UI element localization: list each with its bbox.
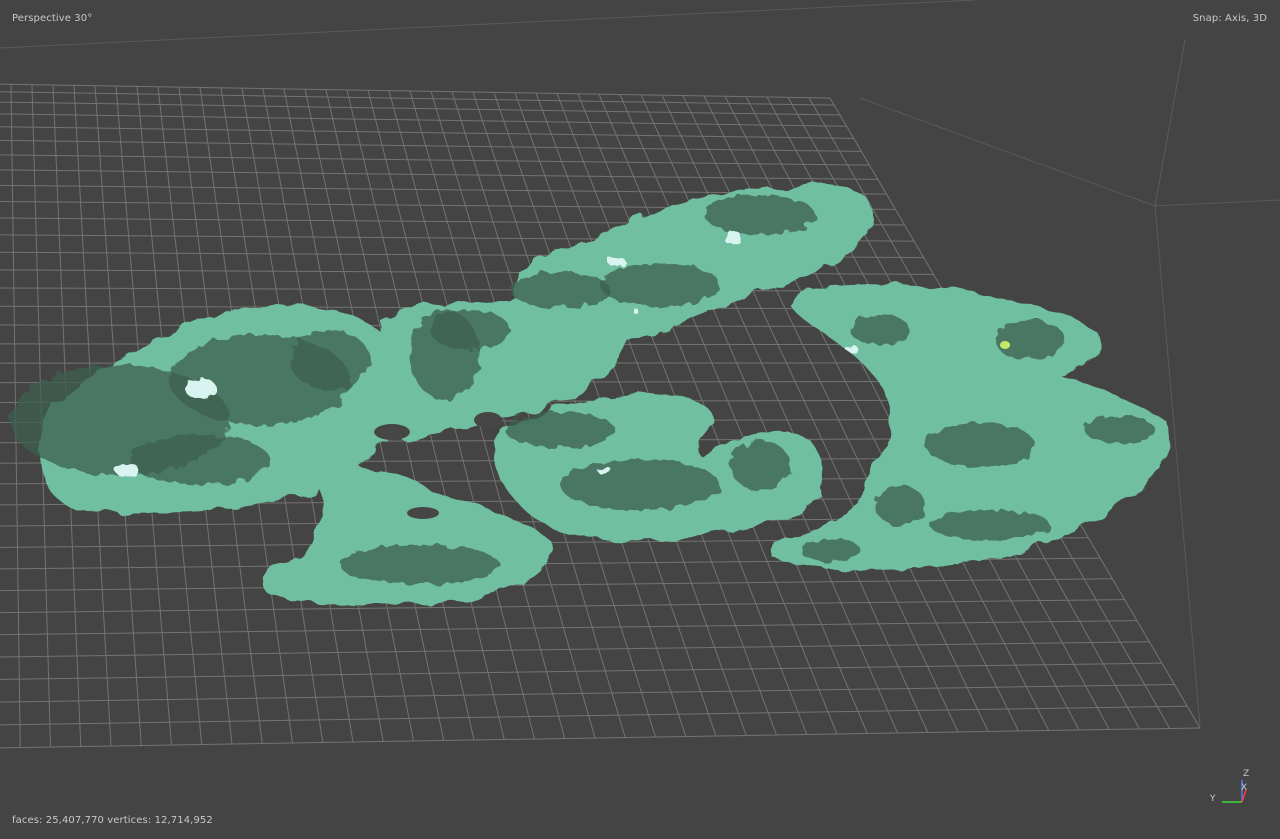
- rock-patch: [560, 460, 720, 510]
- rock-patch: [875, 485, 925, 525]
- rock-patch: [800, 538, 860, 562]
- view-mode-label[interactable]: Perspective 30°: [12, 13, 92, 24]
- rock-patch: [930, 510, 1050, 540]
- grid-line: [0, 169, 878, 180]
- coral-highlight: [846, 345, 858, 353]
- rock-patch: [510, 272, 610, 308]
- rock-patch: [340, 545, 500, 585]
- grid-line: [0, 662, 1162, 680]
- rock-patch: [730, 440, 790, 490]
- coral-highlight: [608, 257, 626, 267]
- coral-highlight: [723, 230, 741, 244]
- z-axis-label: Z: [1243, 769, 1249, 779]
- coral-highlight: [598, 467, 612, 475]
- grid-line: [0, 126, 854, 139]
- rock-patch: [430, 310, 510, 350]
- mesh-hole: [516, 415, 524, 421]
- grid-line: [0, 684, 1175, 703]
- rock-patch: [130, 435, 270, 485]
- grid-line: [0, 727, 1201, 749]
- grid-line: [0, 154, 870, 166]
- rock-patch: [1085, 416, 1155, 444]
- viewport-scene[interactable]: [0, 0, 1280, 839]
- axis-orientation-gizmo[interactable]: Z X Y: [1208, 764, 1252, 808]
- mesh-hole: [407, 507, 439, 519]
- grid-line: [0, 620, 1137, 636]
- snap-mode-label[interactable]: Snap: Axis, 3D: [1193, 13, 1267, 24]
- grid-line: [0, 599, 1125, 614]
- coral-highlight: [1000, 341, 1010, 349]
- rock-patch: [995, 320, 1065, 360]
- grid-line: [0, 101, 840, 116]
- rock-patch: [600, 263, 720, 307]
- rock-patch: [850, 315, 910, 345]
- x-axis-label: X: [1241, 783, 1247, 793]
- grid-line: [0, 641, 1150, 658]
- rock-patch: [290, 330, 370, 390]
- grid-line: [0, 578, 1113, 592]
- grid-line: [0, 705, 1188, 726]
- coral-highlight: [184, 378, 216, 398]
- coral-highlight: [634, 309, 640, 315]
- 3d-viewport[interactable]: Perspective 30° Snap: Axis, 3D faces: 25…: [0, 0, 1280, 839]
- mesh-stats-text: faces: 25,407,770 vertices: 12,714,952: [12, 815, 213, 826]
- grid-line: [0, 91, 835, 106]
- grid-line: [0, 83, 831, 99]
- coral-highlight: [115, 463, 139, 477]
- rock-patch: [705, 195, 815, 235]
- mesh-hole: [374, 424, 410, 440]
- mesh-hole: [474, 412, 502, 428]
- grid-line: [0, 139, 862, 152]
- grid-line: [0, 113, 847, 127]
- y-axis-label: Y: [1209, 794, 1216, 804]
- rock-patch: [925, 423, 1035, 467]
